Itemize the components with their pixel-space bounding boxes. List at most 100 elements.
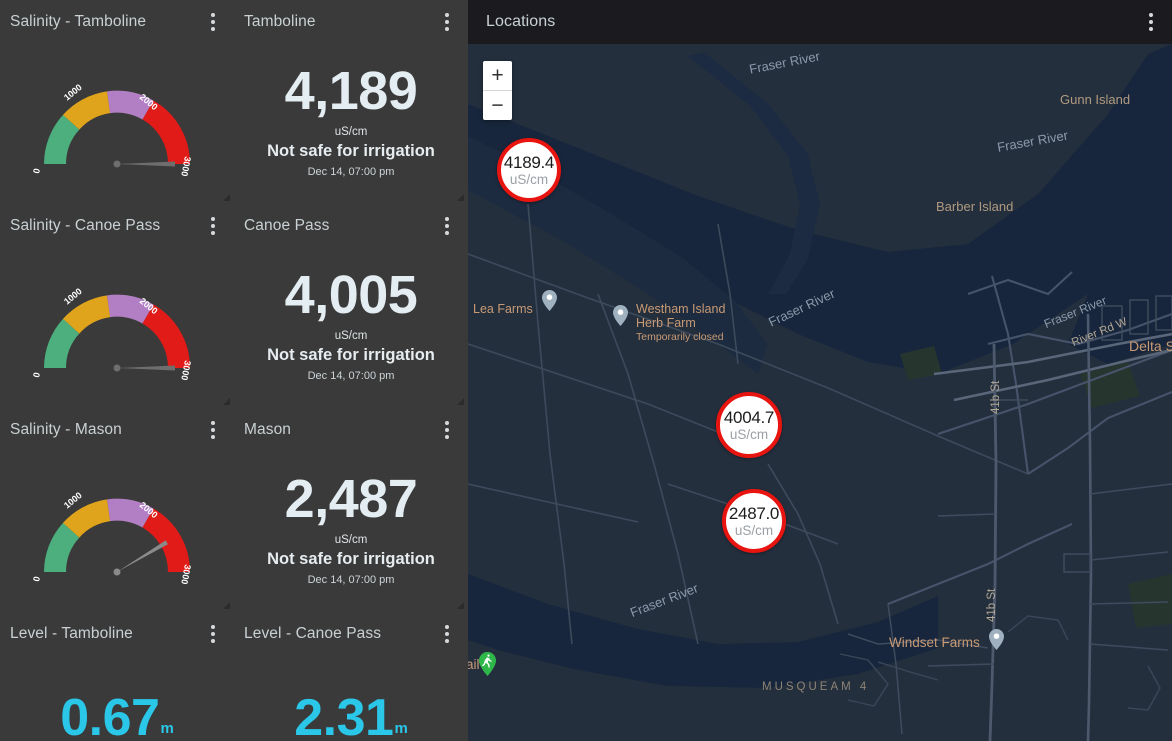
stat-timestamp: Dec 14, 07:00 pm	[307, 369, 395, 382]
level-unit: m	[160, 720, 174, 737]
level-content: 2.31 m	[234, 656, 468, 741]
stat-status: Not safe for irrigation	[267, 345, 435, 364]
panel-title: Salinity - Mason	[10, 421, 122, 438]
panel-header: Salinity - Mason	[0, 408, 234, 452]
zoom-out-button[interactable]: −	[483, 90, 512, 120]
marker-value: 4189.4	[503, 152, 555, 172]
stat-status: Not safe for irrigation	[267, 549, 435, 568]
panel-menu-icon[interactable]	[440, 624, 454, 644]
dashboard-root: Salinity - Tamboline 0 1000 2000 3000 Ta…	[0, 0, 1172, 741]
stat-value: 2,487	[284, 469, 418, 530]
gauge-needle	[117, 540, 168, 572]
map-marker-tamboline[interactable]: 4189.4 uS/cm	[497, 138, 561, 202]
panel-header: Level - Canoe Pass	[234, 612, 468, 656]
panel-resize-handle[interactable]	[455, 192, 464, 201]
zoom-in-button[interactable]: +	[483, 61, 512, 90]
panel-salinity-mason-gauge[interactable]: Salinity - Mason 0 1000 2000 3000	[0, 408, 234, 612]
map-panel-header: Locations	[468, 0, 1172, 44]
panel-title: Level - Canoe Pass	[244, 625, 382, 642]
gauge-needle-hub	[113, 568, 121, 576]
panel-header: Salinity - Canoe Pass	[0, 204, 234, 248]
marker-value: 4004.7	[723, 407, 775, 427]
gauge-band-green	[44, 114, 80, 165]
stat-value: 4,005	[284, 265, 418, 326]
panel-title: Tamboline	[244, 13, 316, 30]
stat-value: 4,189	[284, 61, 418, 122]
level-unit: m	[394, 720, 408, 737]
panel-resize-handle[interactable]	[221, 396, 230, 405]
gauge-svg: 0 1000 2000 3000	[31, 82, 193, 177]
marker-unit: uS/cm	[509, 171, 549, 187]
panel-menu-icon[interactable]	[206, 420, 220, 440]
panel-level-canoe-pass[interactable]: Level - Canoe Pass 2.31 m	[234, 612, 468, 741]
gauge-tick-0: 0	[31, 371, 42, 378]
panel-title: Level - Tamboline	[10, 625, 133, 642]
panel-resize-handle[interactable]	[455, 396, 464, 405]
gauge-band-red	[142, 304, 191, 369]
panel-level-tamboline[interactable]: Level - Tamboline 0.67 m	[0, 612, 234, 741]
stat-timestamp: Dec 14, 07:00 pm	[307, 573, 395, 586]
gauge-tick-1000: 1000	[62, 82, 84, 102]
map-marker-mason[interactable]: 2487.0 uS/cm	[722, 489, 786, 553]
gauge-band-green	[44, 522, 80, 573]
gauge-tick-1000: 1000	[62, 490, 84, 510]
panel-mason-stat[interactable]: Mason 2,487 uS/cm Not safe for irrigatio…	[234, 408, 468, 612]
panel-title: Salinity - Canoe Pass	[10, 217, 161, 234]
gauge-chart: 0 1000 2000 3000	[0, 452, 234, 612]
map-marker-canoe-pass[interactable]: 4004.7 uS/cm	[716, 392, 782, 458]
panel-title: Salinity - Tamboline	[10, 13, 147, 30]
panel-menu-icon[interactable]	[1144, 12, 1158, 32]
gauge-band-orange	[62, 91, 111, 130]
map-zoom-control[interactable]: + −	[483, 61, 512, 120]
panel-salinity-canoe-pass-gauge[interactable]: Salinity - Canoe Pass 0 1000 2000 3000	[0, 204, 234, 408]
panel-tamboline-stat[interactable]: Tamboline 4,189 uS/cm Not safe for irrig…	[234, 0, 468, 204]
gauge-tick-0: 0	[31, 575, 42, 582]
gauge-band-orange	[62, 499, 111, 538]
stat-timestamp: Dec 14, 07:00 pm	[307, 165, 395, 178]
gauge-bands	[44, 498, 191, 573]
marker-value: 2487.0	[728, 503, 780, 523]
gauge-band-green	[44, 318, 80, 369]
stat-unit: uS/cm	[334, 329, 368, 342]
panel-canoe-pass-stat[interactable]: Canoe Pass 4,005 uS/cm Not safe for irri…	[234, 204, 468, 408]
gauge-bands	[44, 294, 191, 369]
panel-menu-icon[interactable]	[440, 12, 454, 32]
gauge-chart: 0 1000 2000 3000	[0, 248, 234, 408]
panel-menu-icon[interactable]	[206, 12, 220, 32]
panel-header: Tamboline	[234, 0, 468, 44]
stat-status: Not safe for irrigation	[267, 141, 435, 160]
stat-content: 2,487 uS/cm Not safe for irrigation Dec …	[234, 452, 468, 612]
dashboard-panel-column: Salinity - Tamboline 0 1000 2000 3000 Ta…	[0, 0, 468, 741]
panel-salinity-tamboline-gauge[interactable]: Salinity - Tamboline 0 1000 2000 3000	[0, 0, 234, 204]
gauge-needle	[113, 364, 175, 372]
gauge-chart: 0 1000 2000 3000	[0, 44, 234, 204]
panel-resize-handle[interactable]	[455, 600, 464, 609]
marker-unit: uS/cm	[729, 426, 769, 442]
panel-locations-map[interactable]: Locations + − Gunn Island Fraser River F…	[468, 0, 1172, 741]
stat-unit: uS/cm	[334, 533, 368, 546]
gauge-svg: 0 1000 2000 3000	[31, 490, 193, 585]
stat-unit: uS/cm	[334, 125, 368, 138]
panel-resize-handle[interactable]	[221, 600, 230, 609]
panel-menu-icon[interactable]	[206, 216, 220, 236]
panel-header: Canoe Pass	[234, 204, 468, 248]
panel-header: Salinity - Tamboline	[0, 0, 234, 44]
panel-header: Mason	[234, 408, 468, 452]
gauge-tick-1000: 1000	[62, 286, 84, 306]
panel-menu-icon[interactable]	[206, 624, 220, 644]
marker-unit: uS/cm	[734, 522, 774, 538]
panel-resize-handle[interactable]	[221, 192, 230, 201]
panel-menu-icon[interactable]	[440, 420, 454, 440]
level-value: 0.67	[60, 689, 160, 741]
panel-title: Mason	[244, 421, 292, 438]
gauge-bands	[44, 90, 191, 165]
panel-title: Canoe Pass	[244, 217, 330, 234]
level-content: 0.67 m	[0, 656, 234, 741]
panel-header: Level - Tamboline	[0, 612, 234, 656]
map-canvas[interactable]: + − Gunn Island Fraser River Fraser Rive…	[468, 44, 1172, 741]
panel-menu-icon[interactable]	[440, 216, 454, 236]
level-value: 2.31	[294, 689, 394, 741]
gauge-needle	[113, 160, 175, 168]
gauge-tick-0: 0	[31, 167, 42, 174]
gauge-band-orange	[62, 295, 111, 334]
